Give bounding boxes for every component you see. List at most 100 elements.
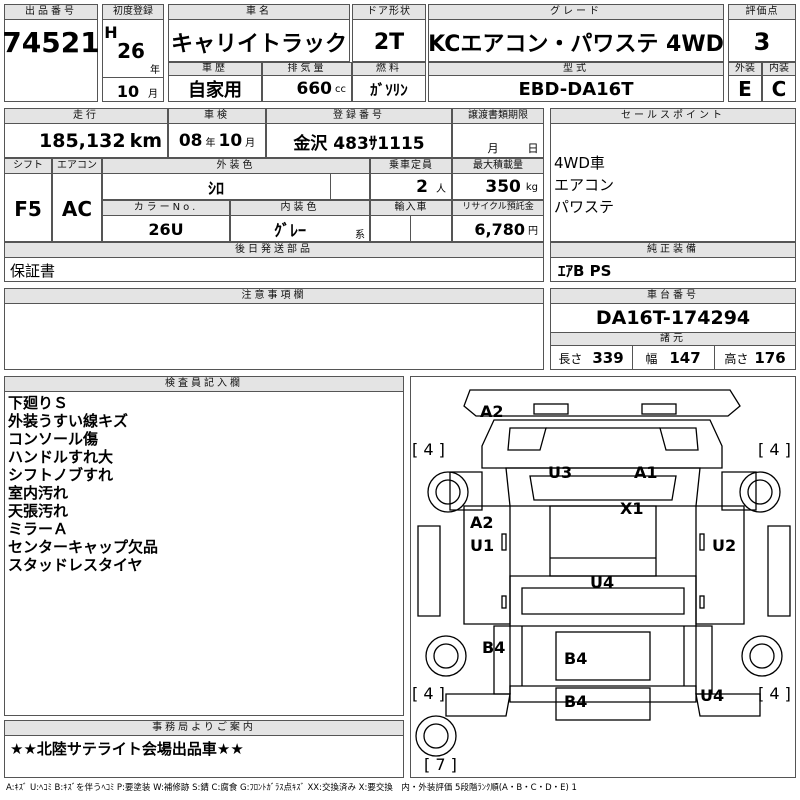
registration-number: 金沢 483ｻ1115	[293, 133, 425, 154]
remark-item: センターキャップ欠品	[8, 538, 159, 556]
genuine-equipment: ｴｱB PS	[558, 261, 612, 280]
office-notice-label: 事務局よりご案内	[4, 720, 404, 736]
recycle-value: 6,780	[474, 219, 525, 239]
mileage: 185,132 km	[4, 124, 168, 158]
exterior-color: ｼﾛ	[207, 179, 224, 198]
remark-item: 下廻りＳ	[8, 394, 69, 412]
damage-mark-x1: X1	[620, 499, 644, 518]
model-code: EBD-DA16T	[518, 78, 634, 100]
max-load-value: 350	[485, 177, 521, 197]
lot-number: 74521	[4, 25, 98, 59]
tread-value: 4	[423, 684, 434, 703]
remark-item: ハンドルすれ大	[8, 448, 114, 466]
tread-value: 4	[423, 440, 434, 459]
max-load-unit: kg	[525, 181, 538, 193]
shift-label: シフト	[4, 158, 52, 174]
inspection-month: 10	[218, 131, 243, 151]
remark-item: 天張汚れ	[8, 502, 69, 520]
dimension-length-value: 339	[592, 349, 624, 367]
interior-color: ｸﾞﾚｰ	[273, 221, 306, 240]
import-label: 輸入車	[370, 200, 452, 216]
sales-point-item: エアコン	[554, 176, 615, 194]
capacity-unit: 人	[436, 183, 446, 195]
dimension-length: 長さ 339	[550, 346, 632, 370]
fuel: ｶﾞｿﾘﾝ	[370, 80, 408, 99]
displacement-label: 排気量	[262, 62, 352, 76]
interior-grade-label: 内装	[762, 62, 796, 76]
remark-item: 室内汚れ	[8, 484, 69, 502]
interior-color-label: 内装色	[230, 200, 370, 216]
recycle: 6,780 円	[452, 216, 544, 242]
mileage-unit: km	[129, 130, 162, 152]
damage-mark-a2-side: A2	[470, 513, 494, 532]
max-load-label: 最大積載量	[452, 158, 544, 174]
capacity-value: 2	[416, 177, 428, 197]
usage-label: 車歴	[168, 62, 262, 76]
tire-tread-spare: [ 7 ]	[424, 755, 457, 774]
recycle-unit: 円	[528, 225, 538, 237]
registration-month: 10	[116, 81, 140, 101]
aircon-label: エアコン	[52, 158, 102, 174]
door-type-label: ドア形状	[352, 4, 426, 20]
exterior-color-label: 外装色	[102, 158, 370, 174]
capacity-label: 乗車定員	[370, 158, 452, 174]
transfer-day-unit: 日	[527, 142, 539, 155]
sales-points-label: セールスポイント	[550, 108, 796, 124]
damage-mark-b4-bumper: B4	[564, 692, 588, 711]
damage-mark-a1: A1	[634, 463, 658, 482]
usage: 自家用	[188, 80, 242, 101]
office-notice: ★★北陸サテライト会場出品車★★	[10, 739, 244, 758]
chassis-label: 車台番号	[550, 288, 796, 304]
first-registration-label: 初度登録	[102, 4, 164, 20]
lot-number-label: 出品番号	[4, 4, 98, 20]
interior-grade: C	[771, 77, 787, 101]
dimension-height-value: 176	[754, 349, 786, 367]
dimension-height: 高さ 176	[714, 346, 796, 370]
displacement-value: 660	[296, 79, 333, 99]
aircon: AC	[61, 197, 93, 221]
registration-year-unit: 年	[150, 64, 160, 76]
capacity: 2人	[370, 174, 452, 200]
sales-point-item: 4WD車	[554, 154, 605, 172]
shift: F5	[14, 197, 42, 221]
transfer-month-unit: 月	[487, 142, 499, 155]
dimension-width-value: 147	[669, 349, 701, 367]
door-type: 2T	[373, 29, 405, 55]
remark-item: スタッドレスタイヤ	[8, 556, 143, 574]
remark-item: ミラーＡ	[8, 520, 69, 538]
mileage-value: 185,132	[39, 130, 126, 152]
score-label: 評価点	[728, 4, 796, 20]
inspection-month-unit: 月	[245, 137, 256, 149]
remark-item: コンソール傷	[8, 430, 99, 448]
chassis-number: DA16T-174294	[595, 307, 751, 329]
tire-tread-front-right: [ 4 ]	[758, 440, 791, 459]
later-parts-label: 後日発送部品	[4, 242, 544, 258]
car-name: キャリイトラック	[170, 32, 347, 57]
tread-value: 4	[769, 440, 780, 459]
displacement-unit: cc	[335, 83, 346, 95]
grade: KCエアコン・パワステ 4WD	[428, 32, 724, 57]
exterior-grade: E	[738, 77, 752, 101]
exterior-grade-label: 外装	[728, 62, 762, 76]
registration-month-unit: 月	[148, 88, 158, 100]
genuine-equipment-label: 純正装備	[550, 242, 796, 258]
interior-color-suffix: 系	[355, 229, 365, 241]
sales-points-list: 4WD車 エアコン パワステ	[554, 152, 790, 218]
inspection-year: 08	[178, 131, 203, 151]
car-name-label: 車名	[168, 4, 350, 20]
dimension-height-label: 高さ	[724, 351, 749, 366]
registration-number-label: 登録番号	[266, 108, 452, 124]
damage-mark-a2-front: A2	[480, 402, 504, 421]
damage-mark-u4-rear: U4	[700, 686, 725, 705]
inspection: 08 年 10 月	[168, 124, 266, 158]
divider	[410, 216, 411, 242]
transfer-docs-label: 譲渡書類期限	[452, 108, 544, 124]
damage-mark-b4-rear-side: B4	[482, 638, 506, 657]
displacement: 660 cc	[262, 76, 352, 102]
divider	[102, 77, 164, 78]
inspector-remarks-list: 下廻りＳ 外装うすい線キズ コンソール傷 ハンドルすれ大 シフトノブすれ 室内汚…	[8, 394, 398, 574]
later-parts: 保証書	[10, 261, 56, 280]
tread-value: 4	[769, 684, 780, 703]
color-number: 26U	[148, 219, 184, 239]
dimension-width: 幅 147	[632, 346, 714, 370]
